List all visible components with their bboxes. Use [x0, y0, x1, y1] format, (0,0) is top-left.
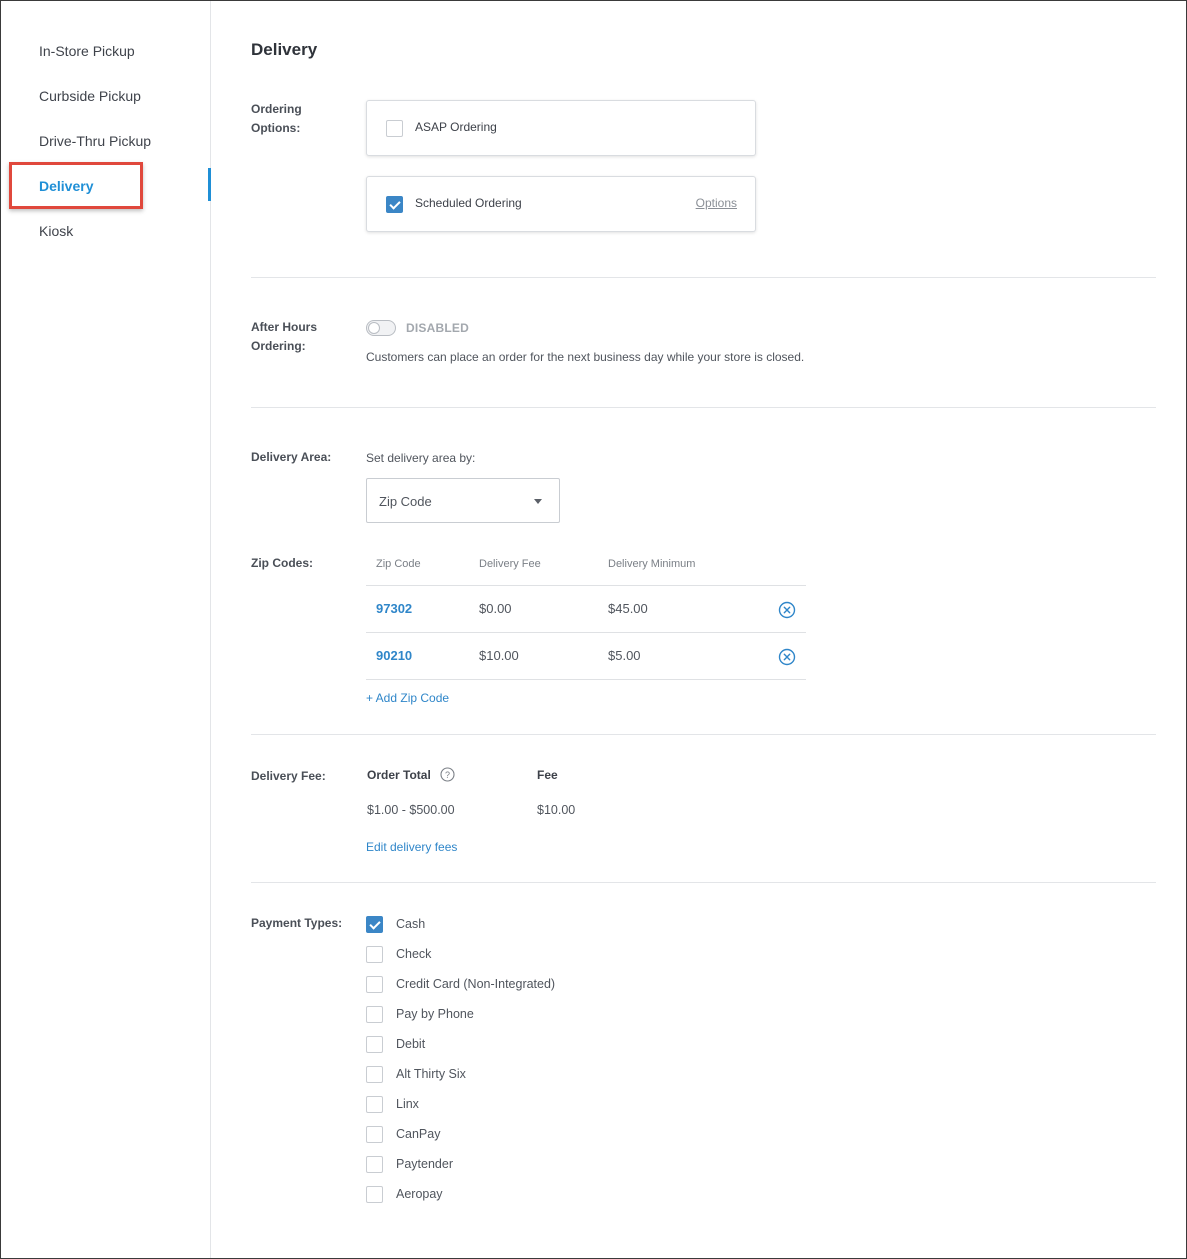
chevron-down-icon: [534, 499, 542, 504]
scheduled-ordering-checkbox[interactable]: [386, 196, 403, 213]
delivery-fee-label: Delivery Fee:: [251, 769, 326, 783]
scheduled-ordering-options-link[interactable]: Options: [696, 196, 737, 210]
table-header-line: [366, 585, 806, 586]
page-title: Delivery: [251, 40, 318, 59]
after-hours-help-text: Customers can place an order for the nex…: [366, 350, 805, 364]
active-item-highlight-box: [9, 162, 143, 209]
delivery-area-selected-value: Zip Code: [379, 494, 432, 509]
section-divider: [251, 734, 1156, 735]
delivery-fee-value: $10.00: [537, 803, 576, 817]
add-zip-code-link[interactable]: + Add Zip Code: [366, 691, 449, 705]
fee-column-header: Delivery Fee: [479, 558, 541, 570]
table-row-line: [366, 632, 806, 633]
delivery-area-label: Delivery Area:: [251, 450, 332, 464]
payment-type-label: Paytender: [396, 1157, 453, 1171]
payment-type-label: Aeropay: [396, 1187, 443, 1201]
section-divider: [251, 277, 1156, 278]
toggle-knob: [368, 322, 380, 334]
sidebar-item-in-store-pickup[interactable]: In-Store Pickup: [39, 43, 135, 59]
payment-type-checkbox[interactable]: [366, 1066, 383, 1083]
sidebar-item-curbside-pickup[interactable]: Curbside Pickup: [39, 88, 141, 104]
payment-type-label: CanPay: [396, 1127, 441, 1141]
help-question-icon[interactable]: ?: [440, 767, 455, 782]
payment-type-label: Alt Thirty Six: [396, 1067, 466, 1081]
edit-delivery-fees-link[interactable]: Edit delivery fees: [366, 840, 457, 854]
payment-type-label: Pay by Phone: [396, 1007, 474, 1021]
scheduled-ordering-label: Scheduled Ordering: [415, 196, 522, 210]
payment-type-checkbox[interactable]: [366, 916, 383, 933]
after-hours-label: After Hours Ordering:: [251, 320, 318, 353]
after-hours-state: DISABLED: [406, 321, 469, 335]
active-item-indicator: [208, 168, 211, 201]
sidebar-item-drive-thru-pickup[interactable]: Drive-Thru Pickup: [39, 133, 151, 149]
section-divider: [251, 882, 1156, 883]
delivery-area-set-by-text: Set delivery area by:: [366, 451, 476, 465]
payment-types-label: Payment Types:: [251, 916, 343, 930]
order-total-range: $1.00 - $500.00: [367, 803, 455, 817]
payment-type-checkbox[interactable]: [366, 946, 383, 963]
delivery-area-select[interactable]: Zip Code: [366, 478, 560, 523]
payment-type-checkbox[interactable]: [366, 976, 383, 993]
fee-header: Fee: [537, 768, 558, 782]
zip-delivery-fee: $0.00: [479, 601, 512, 616]
payment-type-label: Credit Card (Non-Integrated): [396, 977, 556, 991]
sidebar-item-kiosk[interactable]: Kiosk: [39, 223, 73, 239]
zip-delivery-minimum: $45.00: [608, 601, 648, 616]
asap-ordering-card[interactable]: ASAP Ordering: [366, 100, 756, 156]
payment-type-checkbox[interactable]: [366, 1036, 383, 1053]
payment-type-checkbox[interactable]: [366, 1186, 383, 1203]
payment-type-label: Cash: [396, 917, 426, 931]
zip-codes-label: Zip Codes:: [251, 556, 313, 570]
table-row-line: [366, 679, 806, 680]
payment-type-label: Linx: [396, 1097, 419, 1111]
after-hours-toggle[interactable]: [366, 320, 396, 336]
zip-delivery-fee: $10.00: [479, 648, 519, 663]
zip-code-link[interactable]: 90210: [376, 648, 412, 663]
asap-ordering-label: ASAP Ordering: [415, 120, 497, 134]
asap-ordering-checkbox[interactable]: [386, 120, 403, 137]
payment-type-checkbox[interactable]: [366, 1156, 383, 1173]
payment-type-label: Check: [396, 947, 432, 961]
order-total-header: Order Total: [367, 768, 431, 782]
payment-type-checkbox[interactable]: [366, 1096, 383, 1113]
remove-zip-icon[interactable]: [778, 601, 796, 619]
svg-text:?: ?: [445, 770, 450, 780]
section-divider: [251, 407, 1156, 408]
payment-type-label: Debit: [396, 1037, 426, 1051]
zip-code-link[interactable]: 97302: [376, 601, 412, 616]
scheduled-ordering-card[interactable]: Scheduled Ordering Options: [366, 176, 756, 232]
minimum-column-header: Delivery Minimum: [608, 558, 696, 570]
ordering-options-label: Ordering Options:: [251, 102, 302, 135]
zip-column-header: Zip Code: [376, 558, 421, 570]
payment-type-checkbox[interactable]: [366, 1006, 383, 1023]
zip-delivery-minimum: $5.00: [608, 648, 641, 663]
remove-zip-icon[interactable]: [778, 648, 796, 666]
payment-type-checkbox[interactable]: [366, 1126, 383, 1143]
